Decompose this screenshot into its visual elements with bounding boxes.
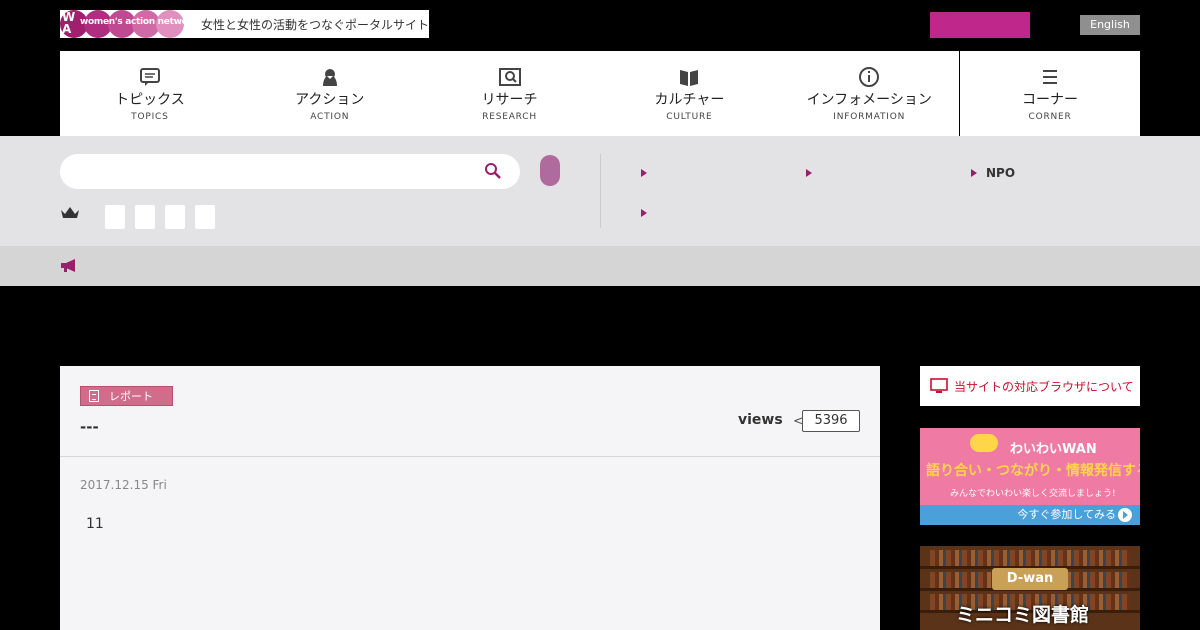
- dwan-title: ミニコミ図書館: [956, 604, 1090, 626]
- quicklink-npo[interactable]: NPO: [986, 166, 1015, 180]
- nav-sublabel: CULTURE: [666, 112, 713, 122]
- wan-logo-mark: WA women's action network: [60, 10, 185, 38]
- divider: [60, 456, 880, 457]
- magnifier-book-icon: [498, 68, 521, 86]
- nav-culture[interactable]: カルチャー CULTURE: [599, 51, 779, 136]
- waiwai-headline: 語り合い・つながり・情報発信する場: [926, 463, 1140, 479]
- open-book-icon: [680, 70, 699, 86]
- nav-topics[interactable]: トピックス TOPICS: [60, 51, 240, 136]
- social-link-3[interactable]: [165, 205, 185, 229]
- logo-tagline: 女性と女性の活動をつなぐポータルサイト: [200, 17, 429, 32]
- info-icon: [859, 67, 880, 87]
- crown-icon: [61, 207, 79, 218]
- social-link-4[interactable]: [195, 205, 215, 229]
- nav-label: アクション: [295, 92, 365, 108]
- english-button[interactable]: English: [1080, 15, 1140, 35]
- nav-corner[interactable]: コーナー CORNER: [959, 51, 1140, 136]
- nav-label: トピックス: [115, 92, 185, 108]
- waiwai-cta: 今すぐ参加してみる: [920, 505, 1140, 525]
- dwan-library-banner[interactable]: D-wan ミニコミ図書館: [920, 546, 1140, 630]
- views-label: views: [738, 412, 783, 428]
- nav-sublabel: INFORMATION: [833, 112, 906, 122]
- browser-support-label: 当サイトの対応ブラウザについて: [954, 379, 1134, 394]
- article-body: 11: [86, 516, 104, 532]
- hamburger-icon: [1043, 70, 1058, 84]
- search-band: NPO: [0, 136, 1200, 246]
- article-date: 2017.12.15 Fri: [80, 478, 167, 492]
- dwan-label: D-wan: [992, 568, 1068, 590]
- speech-bubble-icon: [139, 68, 160, 86]
- megaphone-icon: [61, 259, 75, 272]
- quicklink-arrow-icon[interactable]: [806, 169, 812, 177]
- quicklink-arrow-icon: [971, 169, 977, 177]
- nav-sublabel: TOPICS: [131, 112, 169, 122]
- nav-research[interactable]: リサーチ RESEARCH: [420, 51, 600, 136]
- speech-bubble-icon: [970, 434, 998, 452]
- social-link-2[interactable]: [135, 205, 155, 229]
- browser-support-banner[interactable]: 当サイトの対応ブラウザについて: [920, 366, 1140, 406]
- search-input[interactable]: [60, 154, 520, 189]
- main-nav: トピックス TOPICS アクション ACTION リサーチ RESEARCH …: [60, 51, 1140, 136]
- nav-label: リサーチ: [481, 92, 538, 108]
- top-header: WA women's action network 女性と女性の活動をつなぐポー…: [0, 0, 1200, 50]
- site-logo[interactable]: WA women's action network 女性と女性の活動をつなぐポー…: [60, 10, 429, 38]
- quicklink-arrow-icon[interactable]: [641, 169, 647, 177]
- nav-sublabel: ACTION: [310, 112, 350, 122]
- bookshelf-decoration: [930, 550, 1130, 566]
- category-label: レポート: [109, 390, 153, 403]
- report-icon: [89, 390, 99, 402]
- category-badge[interactable]: レポート: [80, 386, 173, 406]
- waiwai-wan-banner[interactable]: わいわいWAN 語り合い・つながり・情報発信する場 みんなでわいわい楽しく交流し…: [920, 428, 1140, 525]
- notice-bar: [0, 246, 1200, 286]
- nav-information[interactable]: インフォメーション INFORMATION: [779, 51, 959, 136]
- arrow-right-circle-icon: [1118, 508, 1132, 522]
- social-link-1[interactable]: [105, 205, 125, 229]
- person-icon: [322, 69, 337, 86]
- article-title: ---: [80, 418, 99, 436]
- nav-action[interactable]: アクション ACTION: [240, 51, 420, 136]
- header-pink-button[interactable]: [930, 12, 1030, 38]
- waiwai-title: わいわいWAN: [1010, 442, 1097, 457]
- divider: [600, 154, 601, 228]
- search-submit-button[interactable]: [540, 155, 560, 186]
- logo-text: women's action network: [80, 17, 185, 27]
- article-card: レポート --- views < 5396 2017.12.15 Fri 11: [60, 366, 880, 630]
- nav-label: コーナー: [1022, 92, 1079, 108]
- search-icon[interactable]: [484, 162, 502, 180]
- monitor-icon: [930, 378, 948, 393]
- nav-label: インフォメーション: [806, 92, 932, 108]
- views-count: 5396: [802, 410, 860, 432]
- nav-sublabel: CORNER: [1028, 112, 1072, 122]
- nav-sublabel: RESEARCH: [482, 112, 537, 122]
- quicklink-arrow-icon[interactable]: [641, 209, 647, 217]
- waiwai-subtitle: みんなでわいわい楽しく交流しましょう!: [950, 489, 1116, 499]
- nav-label: カルチャー: [654, 92, 725, 108]
